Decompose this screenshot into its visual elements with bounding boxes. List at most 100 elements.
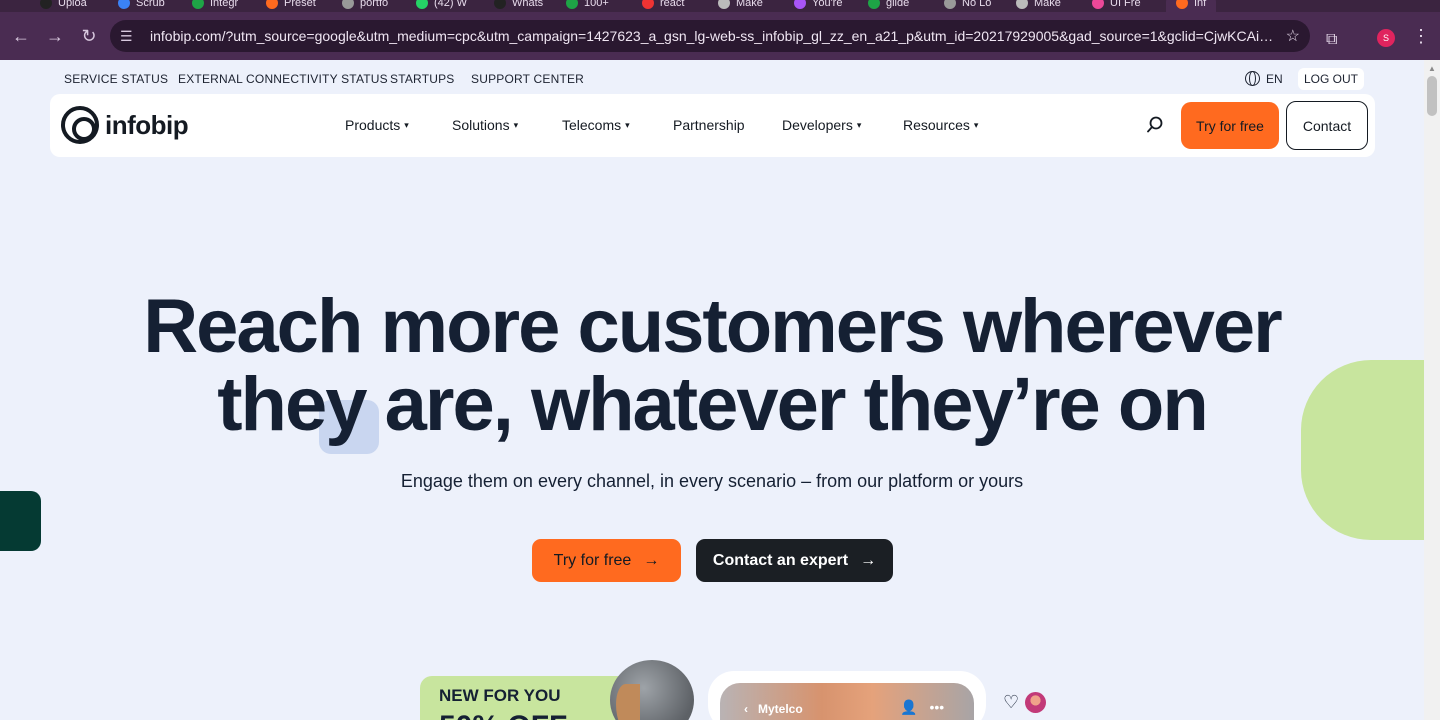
- try-for-free-button[interactable]: Try for free: [1181, 102, 1279, 149]
- tab-favicon-icon: [342, 0, 354, 9]
- tab-favicon-icon: [1016, 0, 1028, 9]
- logo-mark-icon: [61, 106, 99, 144]
- more-icon: •••: [929, 699, 945, 715]
- address-bar[interactable]: ☰ infobip.com/?utm_source=google&utm_med…: [110, 20, 1310, 52]
- contact-expert-button[interactable]: Contact an expert →: [696, 539, 893, 582]
- browser-toolbar: ← → ↻ ☰ infobip.com/?utm_source=google&u…: [0, 12, 1440, 60]
- forward-icon[interactable]: →: [38, 19, 72, 53]
- tab-label: 100+: [584, 0, 609, 9]
- browser-tab[interactable]: Scrub: [118, 0, 165, 12]
- tab-label: You're: [812, 0, 843, 9]
- nav-telecoms[interactable]: Telecoms ▾: [562, 117, 630, 133]
- nav-developers[interactable]: Developers ▾: [782, 117, 861, 133]
- browser-tab[interactable]: You're: [794, 0, 842, 12]
- browser-tab[interactable]: (42) W: [416, 0, 467, 12]
- chevron-down-icon: ▾: [404, 119, 409, 130]
- tab-favicon-icon: [718, 0, 730, 9]
- browser-tab[interactable]: Integr: [192, 0, 238, 12]
- logout-button[interactable]: LOG OUT: [1298, 68, 1364, 90]
- tab-label: No Lo: [962, 0, 992, 9]
- phone-title: Mytelco: [758, 702, 803, 716]
- tab-favicon-icon: [1092, 0, 1104, 9]
- browser-tab[interactable]: glide: [868, 0, 909, 12]
- phone-actions: 👤 •••: [900, 699, 944, 716]
- startups-link[interactable]: STARTUPS: [390, 72, 455, 86]
- site-settings-icon[interactable]: ☰: [120, 28, 140, 45]
- service-status-link[interactable]: SERVICE STATUS: [64, 72, 168, 86]
- nav-solutions[interactable]: Solutions ▾: [452, 117, 518, 133]
- tab-label: Preset: [284, 0, 316, 9]
- browser-tab[interactable]: portfo: [342, 0, 388, 12]
- tab-favicon-icon: [192, 0, 204, 9]
- tab-favicon-icon: [494, 0, 506, 9]
- reload-icon[interactable]: ↻: [72, 19, 106, 53]
- tab-label: Whats: [512, 0, 544, 9]
- browser-tab[interactable]: Make: [718, 0, 763, 12]
- browser-tab[interactable]: react: [642, 0, 684, 12]
- chevron-down-icon: ▾: [856, 119, 862, 130]
- page-scrollbar[interactable]: ▲: [1424, 60, 1440, 720]
- nav-label: Products: [345, 117, 401, 133]
- helmet-image: [610, 660, 694, 720]
- avatar: [1025, 692, 1046, 713]
- support-center-link[interactable]: SUPPORT CENTER: [471, 72, 584, 86]
- chevron-down-icon: ▾: [513, 119, 519, 130]
- nav-label: Telecoms: [562, 117, 622, 133]
- hero-try-for-free-button[interactable]: Try for free →: [532, 539, 681, 582]
- browser-tab[interactable]: Preset: [266, 0, 316, 12]
- heart-icon: ♡: [1003, 692, 1020, 712]
- tab-label: Inf: [1194, 0, 1207, 9]
- tab-favicon-icon: [944, 0, 956, 9]
- nav-resources[interactable]: Resources ▾: [903, 117, 978, 133]
- tab-favicon-icon: [642, 0, 654, 9]
- browser-tab[interactable]: Make: [1016, 0, 1061, 12]
- back-icon[interactable]: ←: [4, 19, 38, 53]
- hero-title-line-2: they are, whatever they’re on: [217, 362, 1209, 447]
- browser-menu-icon[interactable]: ⋮: [1412, 26, 1430, 47]
- chevron-left-icon: ‹: [744, 702, 748, 716]
- nav-products[interactable]: Products ▾: [345, 117, 409, 133]
- main-navigation: infobip Products ▾ Solutions ▾ Telecoms ▾ P…: [50, 94, 1375, 157]
- external-status-link[interactable]: EXTERNAL CONNECTIVITY STATUS: [178, 72, 388, 86]
- language-selector[interactable]: EN: [1245, 71, 1283, 86]
- tab-favicon-icon: [118, 0, 130, 9]
- contact-button[interactable]: Contact: [1286, 101, 1368, 150]
- arrow-right-icon: →: [643, 551, 660, 569]
- infobip-logo[interactable]: infobip: [61, 106, 189, 144]
- tab-label: glide: [886, 0, 910, 9]
- nav-label: Developers: [782, 117, 853, 133]
- browser-tab[interactable]: 100+: [566, 0, 609, 12]
- browser-tab[interactable]: UI Fre: [1092, 0, 1141, 12]
- globe-icon: [1245, 71, 1260, 86]
- tab-favicon-icon: [40, 0, 52, 9]
- scroll-up-icon[interactable]: ▲: [1428, 64, 1436, 73]
- search-icon[interactable]: [1146, 116, 1164, 134]
- hero-title: Reach more customers wherever they are, …: [0, 288, 1424, 444]
- nav-label: Resources: [903, 117, 970, 133]
- profile-avatar[interactable]: S: [1377, 29, 1395, 47]
- nav-label: Solutions: [452, 117, 510, 133]
- extensions-icon[interactable]: ⧉: [1326, 31, 1346, 51]
- bookmark-star-icon[interactable]: ☆: [1286, 26, 1300, 46]
- tab-favicon-icon: [868, 0, 880, 9]
- browser-tab[interactable]: No Lo: [944, 0, 991, 12]
- phone-header: ‹ Mytelco: [744, 702, 803, 716]
- arrow-right-icon: →: [860, 551, 877, 569]
- hero-subtitle: Engage them on every channel, in every s…: [400, 471, 1024, 491]
- browser-tab[interactable]: Inf: [1166, 0, 1217, 12]
- nav-partnership[interactable]: Partnership: [673, 117, 745, 133]
- browser-tab[interactable]: Whats: [494, 0, 543, 12]
- tab-label: react: [660, 0, 685, 9]
- tab-favicon-icon: [1176, 0, 1188, 9]
- url-text[interactable]: infobip.com/?utm_source=google&utm_mediu…: [150, 28, 1274, 44]
- browser-tab[interactable]: Uploa: [40, 0, 87, 12]
- hero-title-line-1: Reach more customers wherever: [143, 284, 1282, 369]
- promo-label: NEW FOR YOU: [439, 686, 561, 705]
- tab-favicon-icon: [794, 0, 806, 9]
- promo-discount: 50% OFF: [439, 710, 567, 720]
- cta-label: Contact an expert: [712, 551, 849, 569]
- chevron-down-icon: ▾: [973, 119, 979, 130]
- add-contact-icon: 👤: [900, 699, 918, 715]
- scroll-thumb[interactable]: [1427, 76, 1437, 116]
- tab-strip: Uploa Scrub Integr Preset portfo (42) W Whats 1…: [0, 0, 1440, 12]
